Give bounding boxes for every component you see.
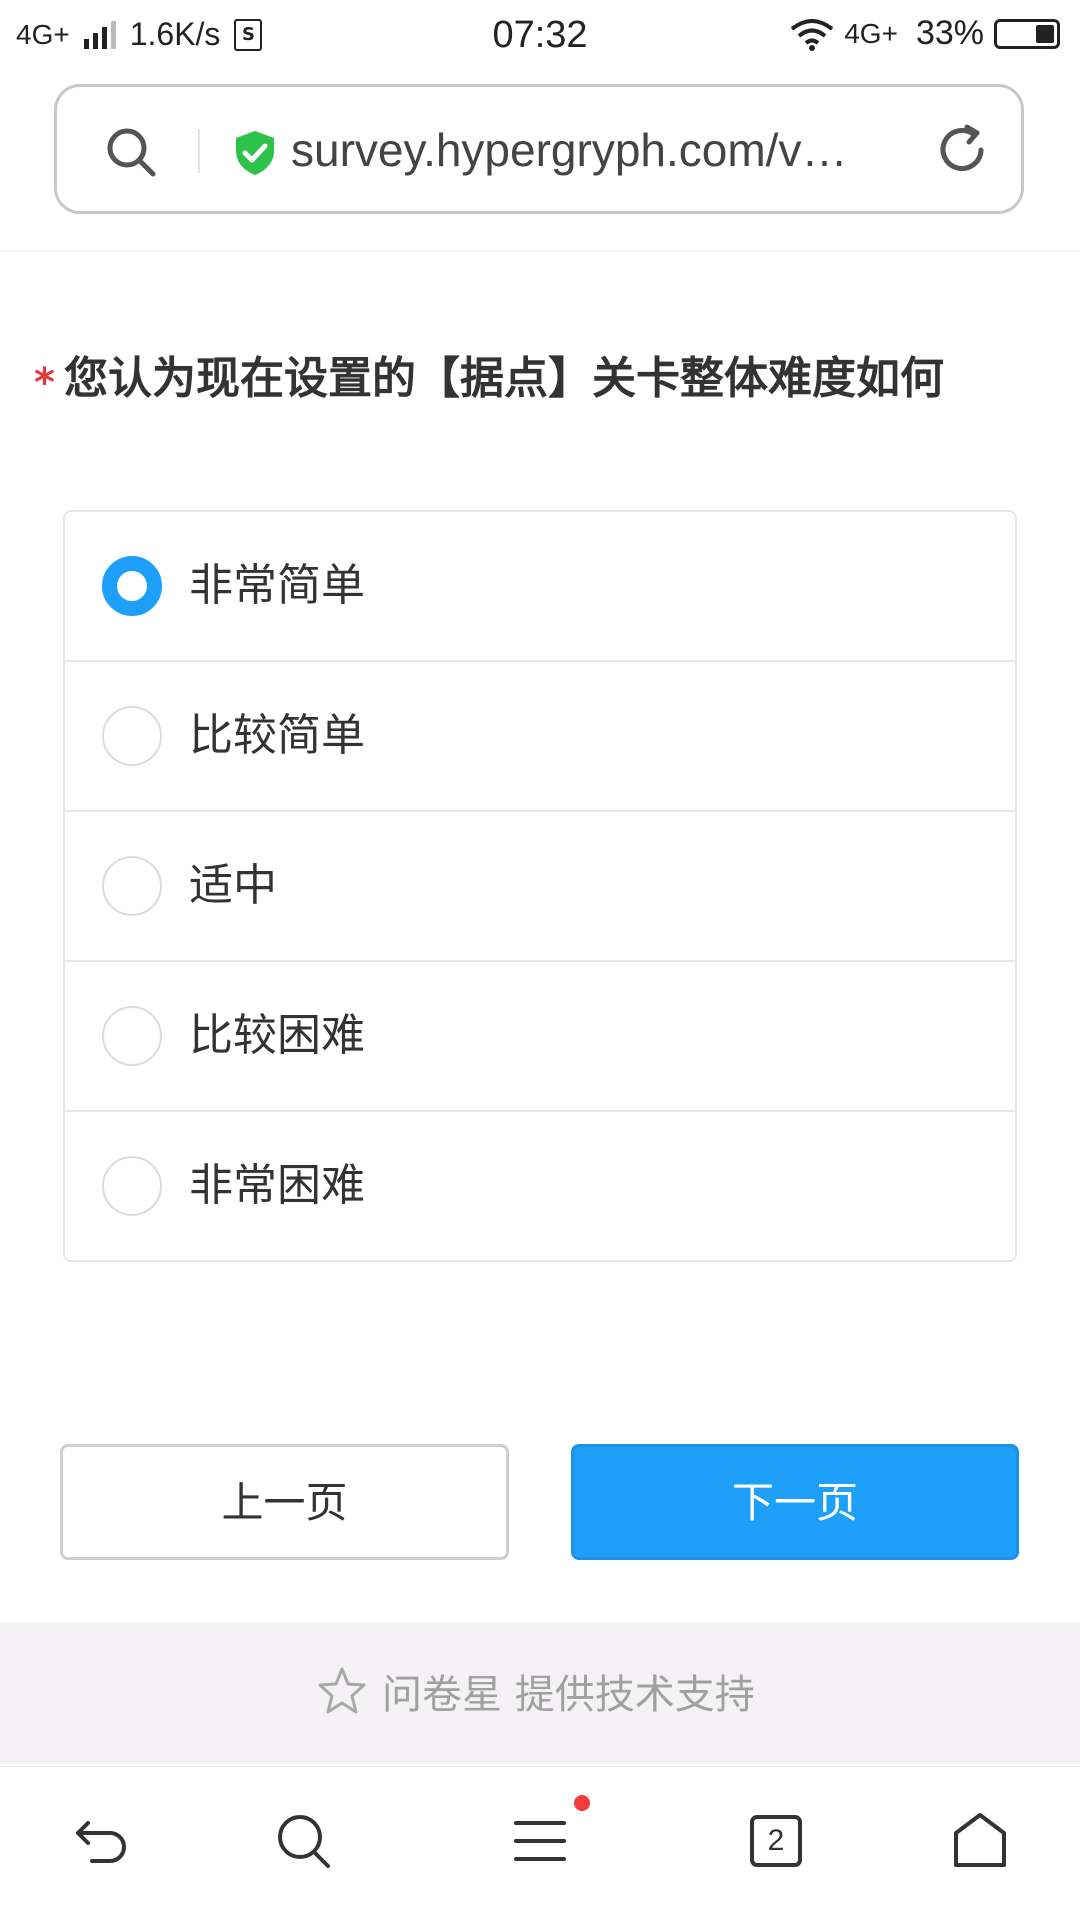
option-label: 适中 — [189, 860, 277, 911]
option-label: 比较简单 — [189, 710, 365, 761]
notification-dot — [574, 1795, 590, 1811]
radio-button[interactable] — [102, 1156, 162, 1216]
network-type-2: 4G+ — [844, 17, 898, 49]
search-icon[interactable] — [272, 1809, 336, 1873]
next-page-button[interactable]: 下一页 — [571, 1444, 1019, 1560]
battery-percent: 33% — [915, 14, 984, 52]
status-bar-right: 4G+ 33% — [790, 14, 1060, 53]
question-title: 您认为现在设置的【据点】关卡整体难度如何 — [64, 353, 944, 404]
header-divider — [0, 250, 1080, 252]
address-divider — [198, 129, 200, 173]
radio-button[interactable] — [102, 556, 162, 616]
option-hard[interactable]: 比较困难 — [65, 960, 1015, 1110]
option-easy[interactable]: 比较简单 — [65, 660, 1015, 810]
option-label: 非常困难 — [189, 1160, 365, 1211]
back-icon[interactable] — [70, 1809, 134, 1873]
address-bar[interactable]: survey.hypergryph.com/v… — [54, 84, 1024, 214]
url-text[interactable]: survey.hypergryph.com/v… — [291, 117, 881, 183]
option-very-easy[interactable]: 非常简单 — [65, 512, 1015, 660]
powered-by-footer: 问卷星 提供技术支持 — [0, 1622, 1080, 1764]
home-icon[interactable] — [948, 1809, 1012, 1873]
radio-button[interactable] — [102, 706, 162, 766]
radio-button[interactable] — [102, 856, 162, 916]
battery-icon — [994, 18, 1060, 49]
radio-button[interactable] — [102, 1006, 162, 1066]
tab-count: 2 — [767, 1824, 785, 1857]
tabs-button[interactable]: 2 — [744, 1809, 808, 1873]
reload-icon[interactable] — [933, 121, 991, 179]
powered-by-text: 问卷星 提供技术支持 — [382, 1672, 755, 1718]
option-very-hard[interactable]: 非常困难 — [65, 1110, 1015, 1260]
option-moderate[interactable]: 适中 — [65, 810, 1015, 960]
options-list: 非常简单 比较简单 适中 比较困难 非常困难 — [63, 510, 1017, 1262]
prev-page-button[interactable]: 上一页 — [60, 1444, 509, 1560]
required-mark: * — [34, 360, 55, 406]
option-label: 比较困难 — [189, 1010, 365, 1061]
status-bar: 4G+ 1.6K/s S 07:32 4G+ 33% — [0, 0, 1080, 72]
shield-check-icon — [236, 131, 274, 175]
question: * 您认为现在设置的【据点】关卡整体难度如何 — [30, 350, 1030, 408]
powered-by[interactable]: 问卷星 提供技术支持 — [316, 1662, 755, 1720]
wifi-icon — [790, 18, 834, 51]
option-label: 非常简单 — [189, 560, 365, 611]
search-icon[interactable] — [103, 124, 159, 180]
browser-bottom-nav: 2 — [0, 1766, 1080, 1918]
star-icon — [318, 1667, 366, 1714]
menu-icon[interactable] — [508, 1809, 572, 1873]
